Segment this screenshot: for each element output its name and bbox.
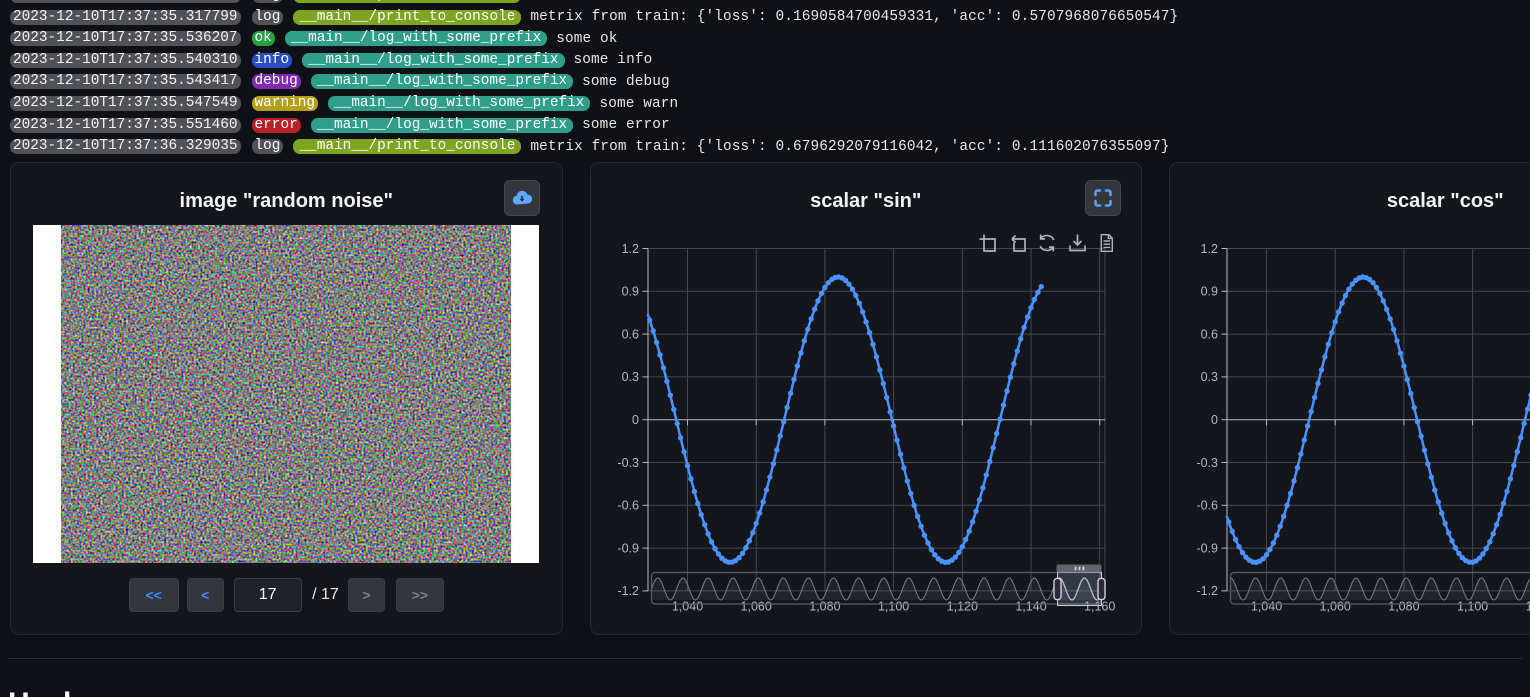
svg-text:0.9: 0.9 (621, 285, 638, 299)
svg-text:1,120: 1,120 (946, 600, 977, 614)
svg-text:-0.6: -0.6 (1196, 499, 1218, 513)
svg-text:-0.9: -0.9 (1196, 541, 1218, 555)
svg-text:1,080: 1,080 (809, 600, 840, 614)
svg-text:0: 0 (632, 413, 639, 427)
svg-text:1.2: 1.2 (621, 242, 638, 256)
svg-text:0.6: 0.6 (1201, 327, 1218, 341)
svg-text:1,040: 1,040 (1251, 600, 1282, 614)
svg-text:-0.3: -0.3 (617, 456, 639, 470)
svg-text:1,080: 1,080 (1388, 600, 1419, 614)
svg-text:-0.9: -0.9 (617, 541, 639, 555)
svg-text:1,120: 1,120 (1526, 600, 1530, 614)
svg-text:1,100: 1,100 (1457, 600, 1488, 614)
svg-text:1,040: 1,040 (671, 600, 702, 614)
svg-text:-0.6: -0.6 (617, 499, 639, 513)
svg-text:-1.2: -1.2 (1196, 584, 1218, 598)
svg-text:0.9: 0.9 (1201, 285, 1218, 299)
svg-text:1,060: 1,060 (740, 600, 771, 614)
svg-text:1,140: 1,140 (1015, 600, 1046, 614)
svg-text:0.3: 0.3 (1201, 370, 1218, 384)
svg-text:1.2: 1.2 (1201, 242, 1218, 256)
svg-text:1,100: 1,100 (877, 600, 908, 614)
svg-text:0.6: 0.6 (621, 327, 638, 341)
svg-text:0.3: 0.3 (621, 370, 638, 384)
svg-text:1,060: 1,060 (1320, 600, 1351, 614)
svg-text:-1.2: -1.2 (617, 584, 639, 598)
svg-text:-0.3: -0.3 (1196, 456, 1218, 470)
svg-text:0: 0 (1211, 413, 1218, 427)
